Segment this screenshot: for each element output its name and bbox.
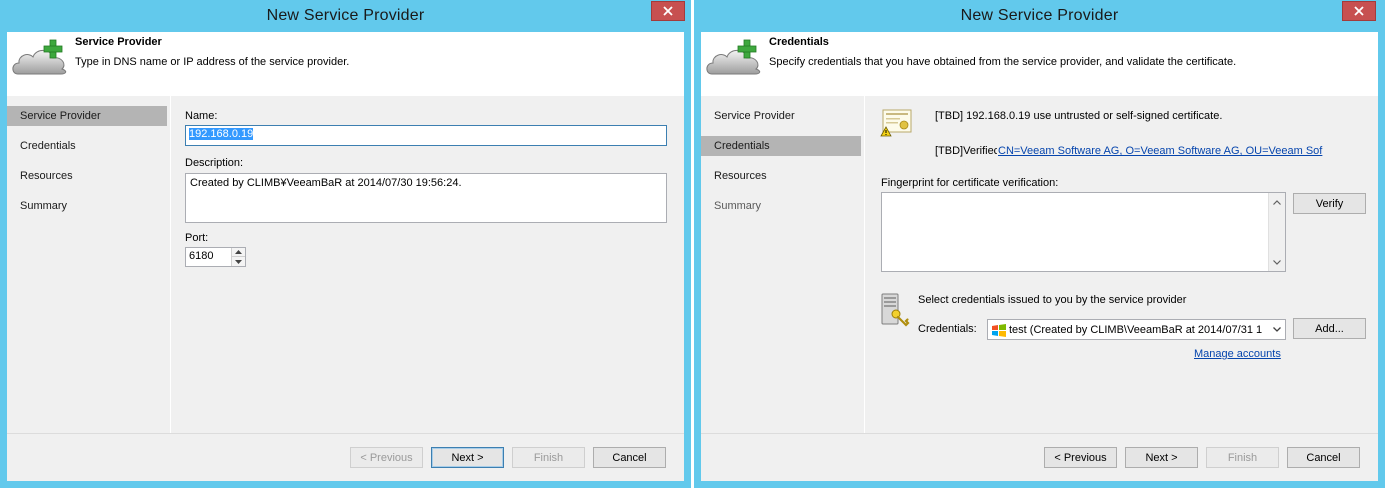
spin-up-icon[interactable] <box>232 248 245 257</box>
next-button[interactable]: Next > <box>431 447 504 468</box>
description-label: Description: <box>185 157 244 169</box>
previous-button[interactable]: < Previous <box>1044 447 1117 468</box>
certificate-warning-icon <box>880 109 912 137</box>
close-icon <box>1354 6 1364 16</box>
credentials-select[interactable]: test (Created by CLIMB\VeeamBaR at 2014/… <box>987 319 1286 340</box>
windows-logo-icon <box>992 323 1006 337</box>
credentials-label: Credentials: <box>918 323 977 335</box>
spin-down-icon[interactable] <box>232 257 245 266</box>
scroll-up-icon[interactable] <box>1269 194 1285 210</box>
dialog-client: Credentials Specify credentials that you… <box>701 32 1378 481</box>
port-value: 6180 <box>189 250 214 262</box>
fingerprint-input[interactable] <box>881 192 1286 272</box>
step-resources[interactable]: Resources <box>7 166 167 186</box>
fingerprint-scrollbar[interactable] <box>1268 193 1285 271</box>
step-summary[interactable]: Summary <box>701 196 861 216</box>
close-icon <box>663 6 673 16</box>
step-credentials[interactable]: Credentials <box>701 136 861 156</box>
step-service-provider[interactable]: Service Provider <box>7 106 167 126</box>
cloud-add-icon <box>706 39 761 75</box>
wizard-steps: Service Provider Credentials Resources S… <box>7 96 169 433</box>
step-summary[interactable]: Summary <box>7 196 167 216</box>
cancel-button[interactable]: Cancel <box>593 447 666 468</box>
finish-button[interactable]: Finish <box>512 447 585 468</box>
step-resources[interactable]: Resources <box>701 166 861 186</box>
wizard-footer: < Previous Next > Finish Cancel <box>7 433 684 481</box>
description-input-value: Created by CLIMB¥VeeamBaR at 2014/07/30 … <box>190 177 462 189</box>
close-button[interactable] <box>651 1 685 21</box>
dialog-client: Service Provider Type in DNS name or IP … <box>7 32 684 481</box>
step-content: [TBD] 192.168.0.19 use untrusted or self… <box>864 96 1378 433</box>
description-input[interactable]: Created by CLIMB¥VeeamBaR at 2014/07/30 … <box>185 173 667 223</box>
previous-button[interactable]: < Previous <box>350 447 423 468</box>
title-bar[interactable]: New Service Provider <box>694 0 1385 32</box>
certificate-status-text: [TBD] 192.168.0.19 use untrusted or self… <box>935 110 1223 122</box>
credentials-selected-value: test (Created by CLIMB\VeeamBaR at 2014/… <box>1009 323 1263 336</box>
next-button[interactable]: Next > <box>1125 447 1198 468</box>
cloud-add-icon <box>12 39 67 75</box>
certificate-verified-prefix: [TBD]Verifiec <box>935 145 997 157</box>
cancel-button[interactable]: Cancel <box>1287 447 1360 468</box>
wizard-window-service-provider: New Service Provider Service Provider Ty… <box>0 0 691 488</box>
fingerprint-label: Fingerprint for certificate verification… <box>881 177 1059 189</box>
window-title: New Service Provider <box>266 7 425 24</box>
step-service-provider[interactable]: Service Provider <box>701 106 861 126</box>
header-description: Specify credentials that you have obtain… <box>769 56 1237 68</box>
header-title: Credentials <box>769 36 829 48</box>
chevron-down-icon[interactable] <box>1269 320 1285 339</box>
title-bar[interactable]: New Service Provider <box>0 0 691 32</box>
port-label: Port: <box>185 232 209 244</box>
server-key-icon <box>881 293 910 327</box>
close-button[interactable] <box>1342 1 1376 21</box>
finish-button[interactable]: Finish <box>1206 447 1279 468</box>
verify-button[interactable]: Verify <box>1293 193 1366 214</box>
name-label: Name: <box>185 110 218 122</box>
window-title: New Service Provider <box>960 7 1119 24</box>
scroll-down-icon[interactable] <box>1269 254 1285 270</box>
manage-accounts-link[interactable]: Manage accounts <box>1194 348 1281 360</box>
wizard-header: Credentials Specify credentials that you… <box>701 32 1378 96</box>
header-title: Service Provider <box>75 36 162 48</box>
certificate-details-link[interactable]: CN=Veeam Software AG, O=Veeam Software A… <box>998 145 1322 157</box>
credentials-intro-text: Select credentials issued to you by the … <box>918 294 1187 306</box>
step-credentials[interactable]: Credentials <box>7 136 167 156</box>
step-content: Name: 192.168.0.19 Description: Created … <box>170 96 684 433</box>
port-stepper[interactable]: 6180 <box>185 247 246 267</box>
add-credentials-button[interactable]: Add... <box>1293 318 1366 339</box>
name-input[interactable]: 192.168.0.19 <box>185 125 667 146</box>
wizard-steps: Service Provider Credentials Resources S… <box>701 96 863 433</box>
wizard-footer: < Previous Next > Finish Cancel <box>701 433 1378 481</box>
wizard-window-credentials: New Service Provider Credentials Specify… <box>694 0 1385 488</box>
header-description: Type in DNS name or IP address of the se… <box>75 56 350 68</box>
wizard-header: Service Provider Type in DNS name or IP … <box>7 32 684 96</box>
name-input-value: 192.168.0.19 <box>189 128 254 140</box>
